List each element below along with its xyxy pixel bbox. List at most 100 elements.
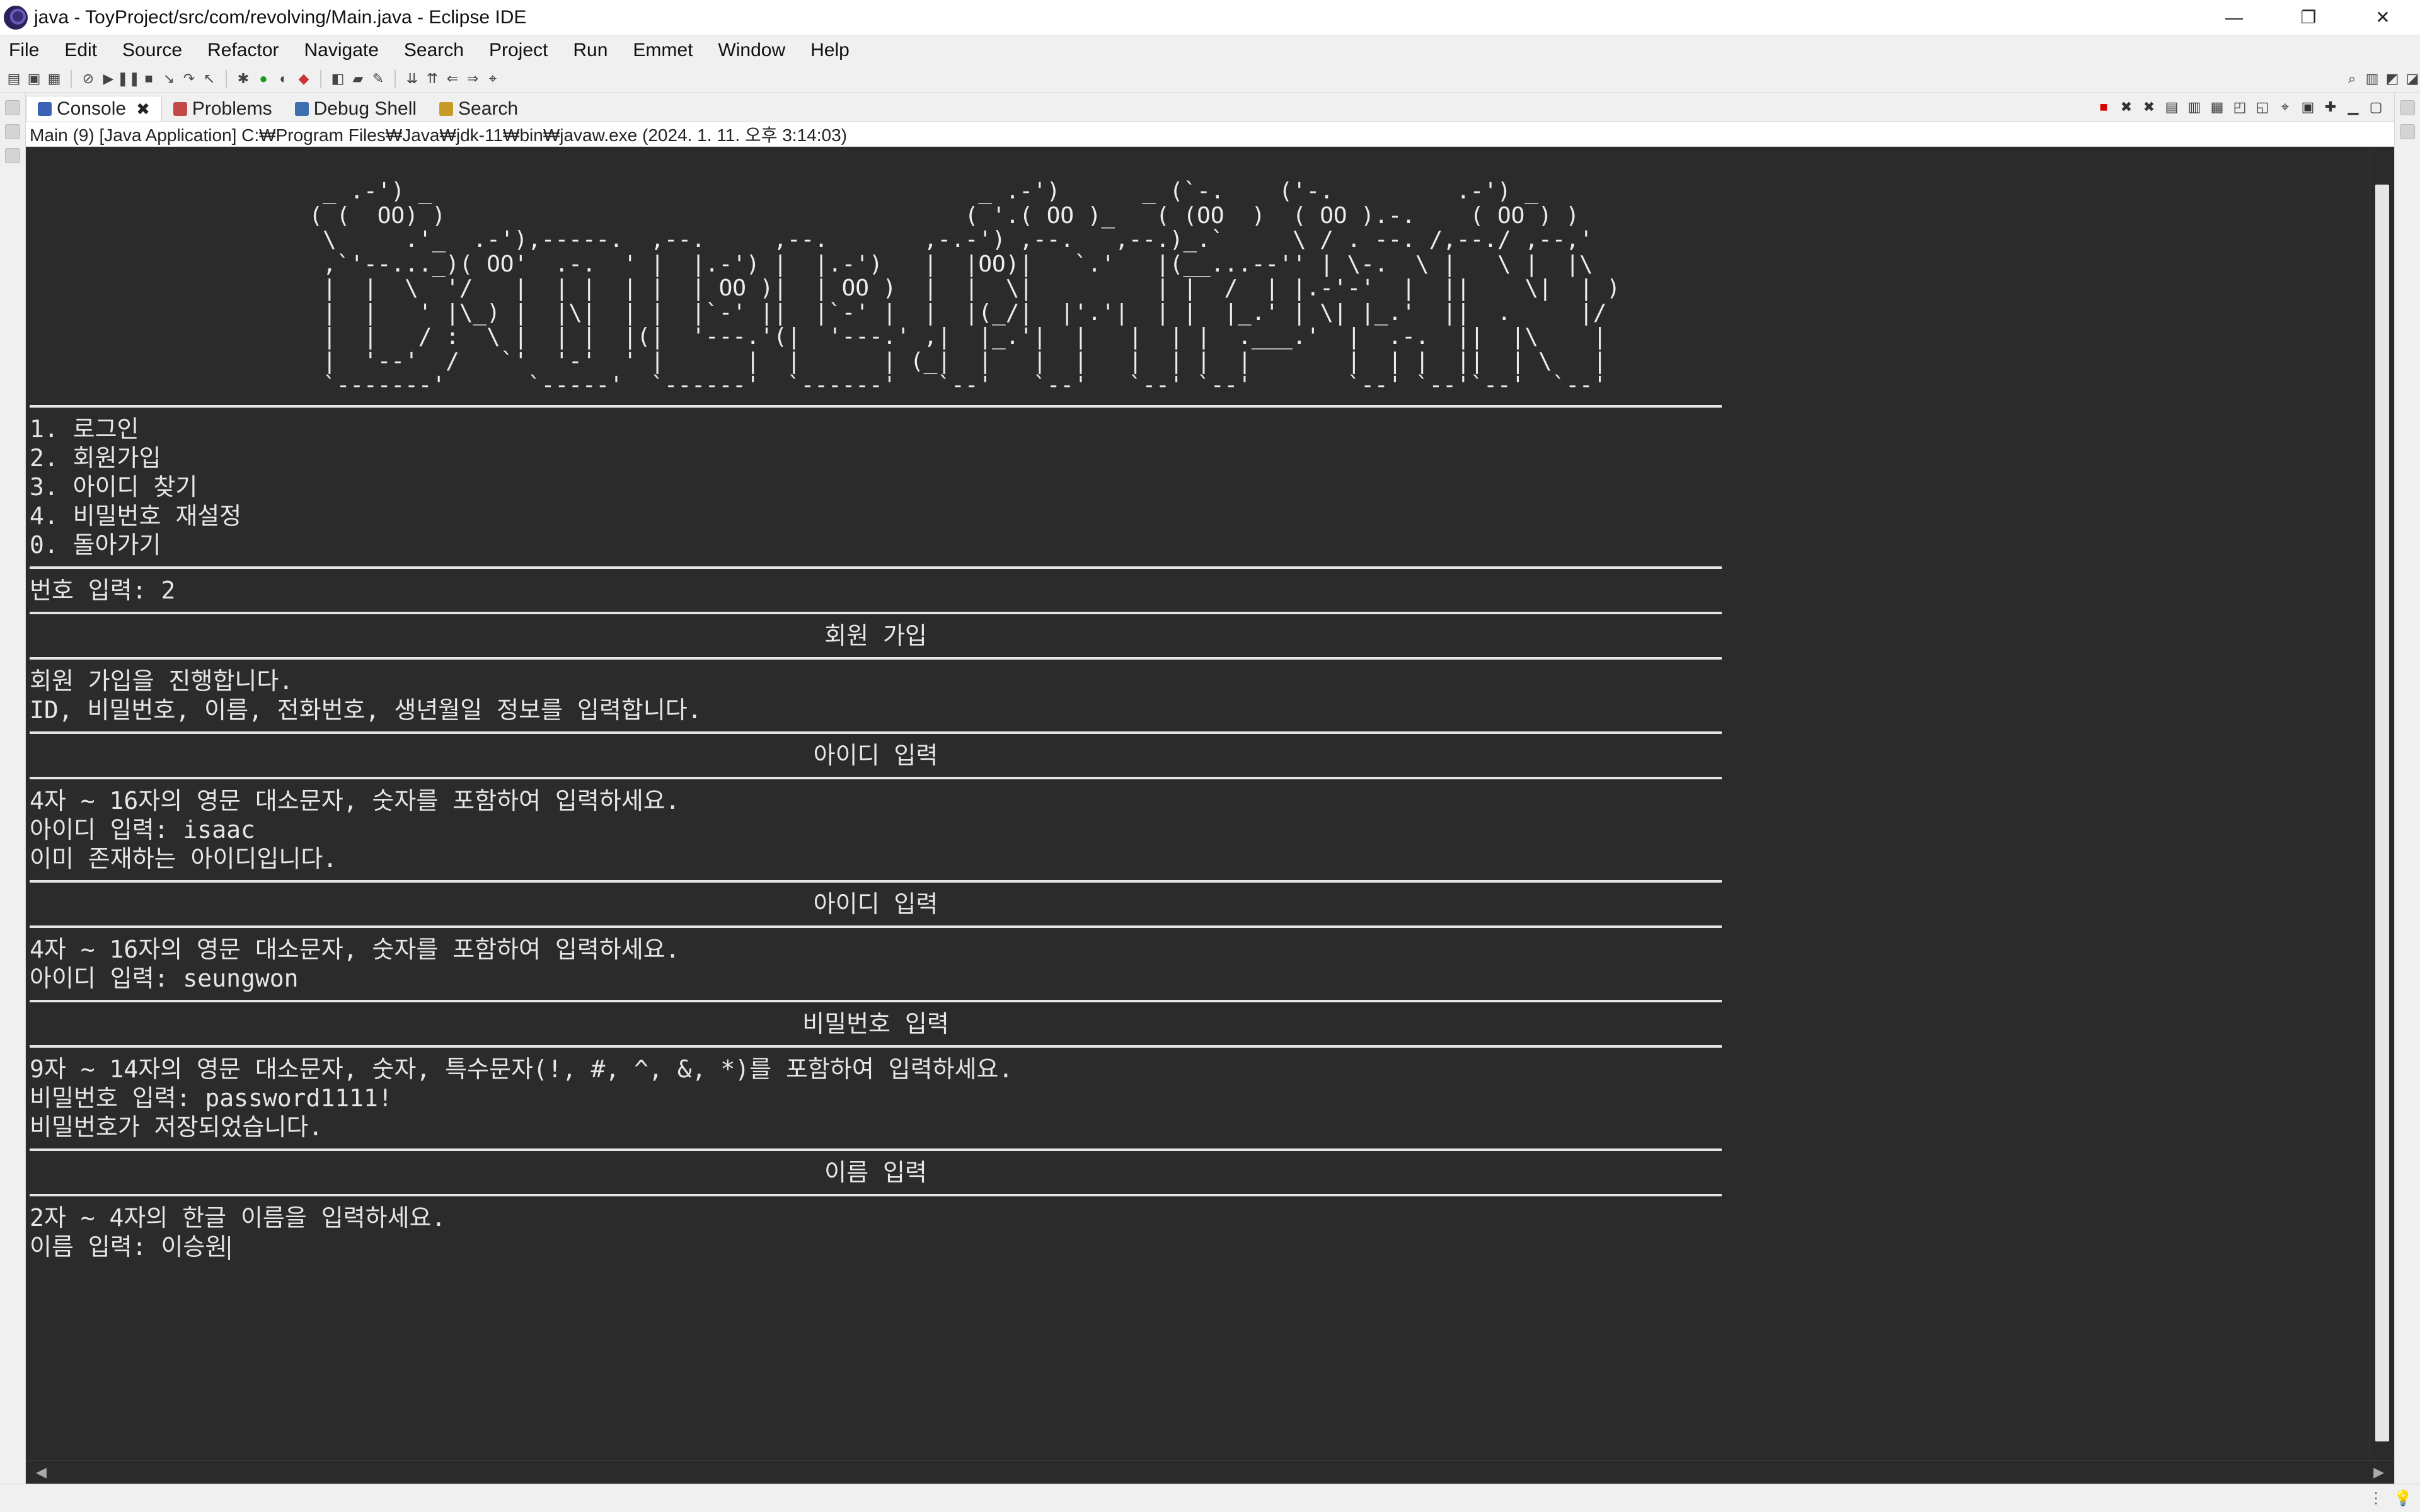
id-line: 4자 ~ 16자의 영문 대소문자, 숫자를 포함하여 입력하세요. bbox=[30, 786, 680, 815]
title-left: java - ToyProject/src/com/revolving/Main… bbox=[4, 5, 527, 30]
tab-search[interactable]: Search bbox=[428, 96, 529, 122]
menu-run[interactable]: Run bbox=[573, 40, 608, 61]
open-type-icon[interactable]: ◧ bbox=[330, 71, 345, 86]
number-input-line: 번호 입력: 2 bbox=[30, 576, 176, 604]
outline-icon[interactable] bbox=[5, 148, 20, 163]
pin-icon[interactable]: ⌖ bbox=[485, 71, 500, 86]
password-header: 비밀번호 입력 bbox=[802, 1009, 949, 1038]
toolbar-separator bbox=[320, 70, 321, 88]
terminate-icon[interactable]: ■ bbox=[2095, 99, 2112, 115]
right-trim-stack bbox=[2394, 93, 2420, 1484]
coverage-icon[interactable]: ◐ bbox=[276, 71, 291, 86]
menu-source[interactable]: Source bbox=[122, 40, 182, 61]
debug-perspective-icon[interactable]: ◪ bbox=[2405, 71, 2420, 86]
step-return-icon[interactable]: ↖ bbox=[202, 71, 217, 86]
save-icon[interactable]: ▣ bbox=[26, 71, 42, 86]
close-button[interactable]: ✕ bbox=[2346, 0, 2420, 35]
scrollbar-thumb[interactable] bbox=[2375, 185, 2389, 1441]
open-console-icon[interactable]: ✚ bbox=[2322, 99, 2339, 115]
skip-breakpoints-icon[interactable]: ⊘ bbox=[81, 71, 96, 86]
outline-icon[interactable] bbox=[2400, 124, 2415, 139]
minimize-view-icon[interactable]: ▁ bbox=[2345, 99, 2361, 115]
back-icon[interactable]: ⇐ bbox=[445, 71, 460, 86]
problems-icon bbox=[173, 102, 187, 116]
restore-icon[interactable] bbox=[5, 100, 20, 115]
display-console-icon[interactable]: ▣ bbox=[2300, 99, 2316, 115]
eclipse-window: java - ToyProject/src/com/revolving/Main… bbox=[0, 0, 2420, 1512]
scroll-lock-icon[interactable]: ▥ bbox=[2186, 99, 2203, 115]
view-tabs: Console ✖ Problems Debug Shell Search bbox=[26, 93, 529, 122]
save-all-icon[interactable]: ▦ bbox=[47, 71, 62, 86]
perspective-icon[interactable]: ▥ bbox=[2365, 71, 2380, 86]
java-perspective-icon[interactable]: ◩ bbox=[2385, 71, 2400, 86]
show-on-output-icon[interactable]: ◰ bbox=[2232, 99, 2248, 115]
divider bbox=[30, 404, 1722, 408]
edit-icon[interactable]: ✎ bbox=[371, 71, 386, 86]
minimize-button[interactable]: — bbox=[2197, 0, 2271, 35]
eclipse-app-icon bbox=[4, 5, 28, 30]
remove-launch-icon[interactable]: ✖ bbox=[2118, 99, 2135, 115]
scroll-right-icon[interactable]: ▶ bbox=[2373, 1464, 2384, 1480]
tab-console[interactable]: Console ✖ bbox=[26, 96, 162, 122]
search-icon bbox=[439, 102, 454, 116]
new-icon[interactable]: ▤ bbox=[6, 71, 21, 86]
name-input-text: 이름 입력: 이승원 bbox=[30, 1232, 228, 1261]
menu-emmet[interactable]: Emmet bbox=[633, 40, 693, 61]
tip-icon[interactable]: 💡 bbox=[2394, 1489, 2412, 1508]
status-bar: ⋮ 💡 bbox=[0, 1484, 2420, 1512]
menu-navigate[interactable]: Navigate bbox=[304, 40, 379, 61]
show-on-error-icon[interactable]: ◱ bbox=[2254, 99, 2271, 115]
scroll-left-icon[interactable]: ◀ bbox=[36, 1464, 47, 1480]
console-output[interactable]: _ .-') _ _ .-') _ (`-. ('-. .-') _ ( ( O… bbox=[26, 147, 2370, 1460]
restore-icon[interactable] bbox=[2400, 100, 2415, 115]
id-header: 아이디 입력 bbox=[813, 741, 938, 769]
vertical-scrollbar[interactable] bbox=[2370, 147, 2394, 1460]
menu-project[interactable]: Project bbox=[489, 40, 548, 61]
main-toolbar: ▤ ▣ ▦ ⊘ ▶ ❚❚ ■ ↘ ↷ ↖ ✱ ● ◐ ◆ ◧ ▰ ✎ ⇊ ⇈ ⇐… bbox=[0, 66, 2420, 93]
package-explorer-icon[interactable] bbox=[5, 124, 20, 139]
suspend-icon[interactable]: ❚❚ bbox=[117, 71, 141, 86]
step-into-icon[interactable]: ↘ bbox=[161, 71, 176, 86]
resume-icon[interactable]: ▶ bbox=[101, 71, 116, 86]
tab-console-label: Console bbox=[57, 98, 127, 119]
next-annotation-icon[interactable]: ⇊ bbox=[405, 71, 420, 86]
window-title: java - ToyProject/src/com/revolving/Main… bbox=[34, 6, 527, 28]
menu-search[interactable]: Search bbox=[404, 40, 464, 61]
view-tab-bar: Console ✖ Problems Debug Shell Search ■ … bbox=[26, 93, 2394, 122]
console-toolbar: ■ ✖ ✖ ▤ ▥ ▦ ◰ ◱ ⌖ ▣ ✚ ▁ ▢ bbox=[2095, 99, 2394, 115]
step-over-icon[interactable]: ↷ bbox=[182, 71, 197, 86]
window-controls: — ❐ ✕ bbox=[2197, 0, 2420, 35]
maximize-button[interactable]: ❐ bbox=[2271, 0, 2346, 35]
external-tools-icon[interactable]: ◆ bbox=[296, 71, 311, 86]
tab-debug-shell[interactable]: Debug Shell bbox=[284, 96, 428, 122]
terminate-icon[interactable]: ■ bbox=[141, 71, 156, 86]
pin-console-icon[interactable]: ⌖ bbox=[2277, 99, 2293, 115]
prev-annotation-icon[interactable]: ⇈ bbox=[425, 71, 440, 86]
name-input-line: 이름 입력: 이승원 bbox=[30, 1232, 2370, 1261]
title-bar: java - ToyProject/src/com/revolving/Main… bbox=[0, 0, 2420, 35]
menu-edit[interactable]: Edit bbox=[64, 40, 97, 61]
workbench: Console ✖ Problems Debug Shell Search ■ … bbox=[0, 93, 2420, 1484]
run-icon[interactable]: ● bbox=[256, 71, 271, 86]
tab-problems[interactable]: Problems bbox=[162, 96, 284, 122]
debug-icon[interactable]: ✱ bbox=[236, 71, 251, 86]
maximize-view-icon[interactable]: ▢ bbox=[2368, 99, 2384, 115]
menu-window[interactable]: Window bbox=[718, 40, 785, 61]
forward-icon[interactable]: ⇒ bbox=[465, 71, 480, 86]
remove-all-launches-icon[interactable]: ✖ bbox=[2141, 99, 2157, 115]
menu-line: 4. 비밀번호 재설정 bbox=[30, 501, 242, 530]
horizontal-scrollbar[interactable]: ◀ ▶ bbox=[26, 1460, 2394, 1484]
clear-console-icon[interactable]: ▤ bbox=[2164, 99, 2180, 115]
menu-refactor[interactable]: Refactor bbox=[207, 40, 279, 61]
menu-help[interactable]: Help bbox=[810, 40, 850, 61]
open-folder-icon[interactable]: ▰ bbox=[350, 71, 366, 86]
divider bbox=[30, 656, 1722, 660]
word-wrap-icon[interactable]: ▦ bbox=[2209, 99, 2225, 115]
close-icon[interactable]: ✖ bbox=[136, 100, 150, 119]
console-area: _ .-') _ _ .-') _ (`-. ('-. .-') _ ( ( O… bbox=[26, 147, 2394, 1460]
search-icon[interactable]: ⌕ bbox=[2344, 71, 2360, 86]
id-line: 아이디 입력: isaac bbox=[30, 815, 255, 844]
divider bbox=[30, 999, 1722, 1002]
menu-file[interactable]: File bbox=[9, 40, 39, 61]
name-line: 2자 ~ 4자의 한글 이름을 입력하세요. bbox=[30, 1203, 446, 1232]
